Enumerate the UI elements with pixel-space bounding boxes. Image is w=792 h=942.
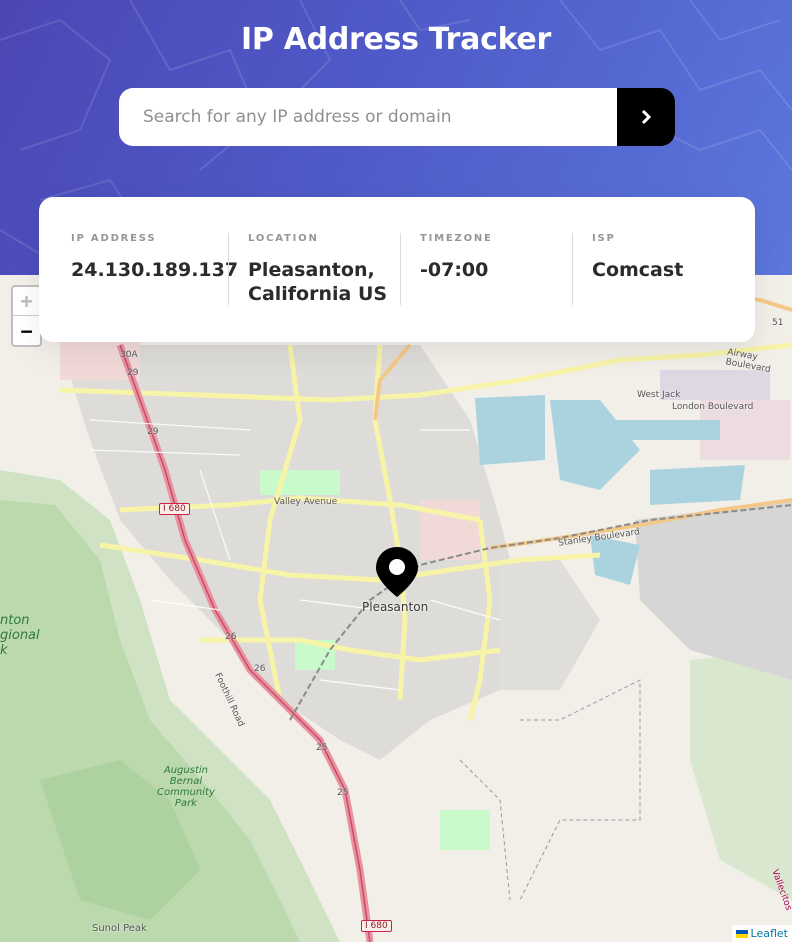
exit-label: 51 <box>772 318 784 328</box>
leaflet-link[interactable]: Leaflet <box>751 927 788 940</box>
exit-label: 26 <box>225 632 237 642</box>
location-value: Pleasanton, California US <box>248 258 387 306</box>
isp-section: ISP Comcast <box>592 233 683 282</box>
ip-info-card: IP ADDRESS 24.130.189.137 LOCATION Pleas… <box>39 197 755 342</box>
map-label-regional-park: nton gional k <box>0 613 40 658</box>
exit-label: 25 <box>337 788 349 798</box>
highway-shield: I 680 <box>159 503 190 515</box>
timezone-value: -07:00 <box>420 259 489 281</box>
location-city: Pleasanton, <box>248 259 375 281</box>
zoom-out-button[interactable]: − <box>13 316 40 345</box>
ip-address-value: 24.130.189.137 <box>71 259 239 281</box>
location-label: LOCATION <box>248 233 319 244</box>
divider <box>572 233 573 305</box>
exit-label: 25 <box>316 743 328 753</box>
exit-label: 29 <box>127 368 139 378</box>
exit-label: 29 <box>147 427 159 437</box>
map-label-london-boulevard: London Boulevard <box>672 402 754 412</box>
map-label-sunol-peak: Sunol Peak <box>92 923 147 934</box>
search-bar <box>119 88 675 146</box>
divider <box>400 233 401 305</box>
ukraine-flag-icon <box>735 929 748 938</box>
location-pin-icon[interactable] <box>374 545 420 599</box>
location-region: California US <box>248 283 388 305</box>
map-label-west-jack: West Jack <box>637 390 681 400</box>
map-label-augustin-bernal-park: Augustin Bernal Community Park <box>157 765 215 809</box>
isp-value: Comcast <box>592 259 684 281</box>
map-attribution[interactable]: Leaflet <box>731 925 792 942</box>
exit-label: 30A <box>120 350 138 360</box>
page-title: IP Address Tracker <box>241 22 551 57</box>
ip-address-label: IP ADDRESS <box>71 233 157 244</box>
timezone-label: TIMEZONE <box>420 233 493 244</box>
isp-label: ISP <box>592 233 616 244</box>
map-city-label: Pleasanton <box>362 600 429 614</box>
map-label-valley-avenue: Valley Avenue <box>274 497 338 507</box>
location-section: LOCATION Pleasanton, California US <box>248 233 387 306</box>
highway-shield: I 680 <box>361 920 392 932</box>
zoom-controls: + − <box>11 285 42 347</box>
zoom-in-button[interactable]: + <box>13 287 40 316</box>
divider <box>228 233 229 305</box>
search-input[interactable] <box>119 88 617 146</box>
search-submit-button[interactable] <box>617 88 675 146</box>
timezone-section: TIMEZONE -07:00 <box>420 233 493 282</box>
exit-label: 26 <box>254 664 266 674</box>
ip-address-section: IP ADDRESS 24.130.189.137 <box>71 233 238 282</box>
chevron-right-icon <box>641 109 652 125</box>
